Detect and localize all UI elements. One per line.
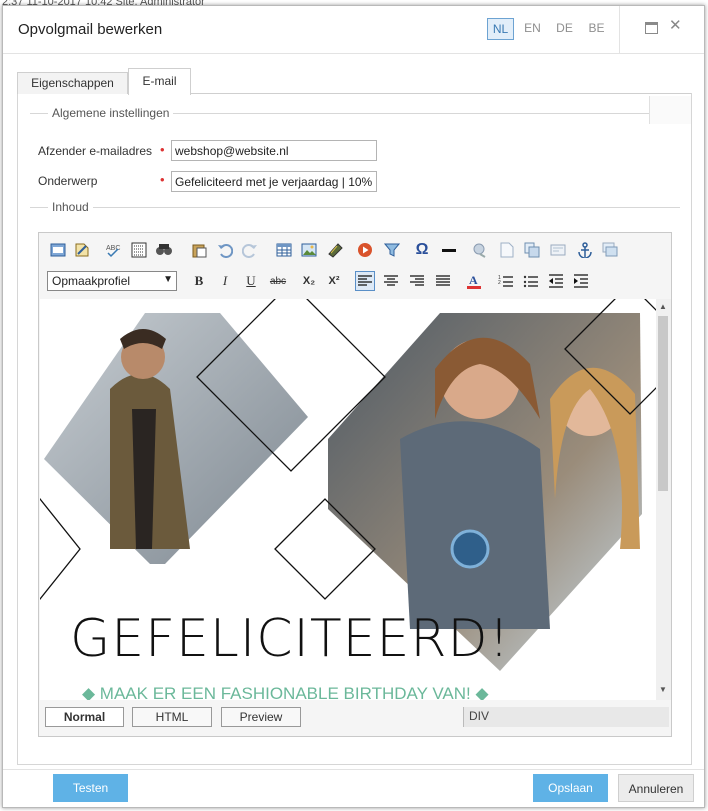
scroll-thumb[interactable] xyxy=(658,316,668,491)
element-path: DIV xyxy=(463,707,669,727)
scroll-down-icon[interactable]: ▼ xyxy=(659,685,667,694)
template-icon[interactable] xyxy=(72,240,92,260)
bullet-list-icon[interactable] xyxy=(521,271,541,291)
banner-subline: ◆ MAAK ER EEN FASHIONABLE BIRTHDAY VAN! … xyxy=(82,684,489,700)
man-photo-image xyxy=(44,313,308,564)
tab-properties[interactable]: Eigenschappen xyxy=(17,72,128,94)
diamond-bullet-icon: ◆ xyxy=(82,684,100,700)
undo-icon[interactable] xyxy=(215,240,235,260)
language-nl-button[interactable]: NL xyxy=(487,18,514,40)
align-center-button[interactable] xyxy=(381,271,401,291)
align-left-button[interactable] xyxy=(355,271,375,291)
strikethrough-button[interactable]: abc xyxy=(266,271,290,291)
tab-email[interactable]: E-mail xyxy=(128,68,191,95)
cancel-button[interactable]: Annuleren xyxy=(618,774,694,802)
svg-text:2: 2 xyxy=(498,280,501,286)
outdent-icon[interactable] xyxy=(547,271,567,291)
sender-email-field[interactable]: webshop@website.nl xyxy=(171,140,377,161)
copy-icon[interactable] xyxy=(522,240,542,260)
subject-field[interactable]: Gefeliciteerd met je verjaardag | 10% ko… xyxy=(171,171,377,192)
section-content-title: Inhoud xyxy=(48,200,93,214)
save-button[interactable]: Opslaan xyxy=(533,774,608,802)
banner-headline: GEFELICITEERD! xyxy=(70,609,511,669)
footer-divider xyxy=(3,769,704,770)
mode-html-button[interactable]: HTML xyxy=(132,707,212,727)
numbered-list-icon[interactable]: 12 xyxy=(496,271,516,291)
language-en-button[interactable]: EN xyxy=(519,18,546,40)
table-icon[interactable] xyxy=(274,240,294,260)
section-general-title: Algemene instellingen xyxy=(48,106,174,120)
find-icon[interactable] xyxy=(154,240,174,260)
style-profile-label: Opmaakprofiel xyxy=(52,274,131,288)
editor-mode-bar: Normal HTML Preview DIV xyxy=(40,704,670,730)
section-collapse-handle[interactable] xyxy=(649,96,691,124)
text-color-icon[interactable]: A xyxy=(464,271,484,291)
indent-icon[interactable] xyxy=(572,271,592,291)
diamond-bullet-icon: ◆ xyxy=(470,684,489,700)
form-icon[interactable] xyxy=(548,240,568,260)
spellcheck-icon[interactable]: ABC xyxy=(103,240,123,260)
subscript-button[interactable]: X₂ xyxy=(299,271,319,291)
source-icon[interactable] xyxy=(48,240,68,260)
scroll-up-icon[interactable]: ▲ xyxy=(659,302,667,311)
maximize-icon[interactable] xyxy=(645,22,658,34)
dialog-title: Opvolgmail bewerken xyxy=(18,21,163,38)
bold-button[interactable]: B xyxy=(189,271,209,291)
italic-button[interactable]: I xyxy=(215,271,235,291)
required-marker: • xyxy=(160,142,165,157)
section-divider xyxy=(30,207,680,208)
close-icon[interactable]: ✕ xyxy=(669,18,682,33)
window-icon[interactable] xyxy=(600,240,620,260)
svg-text:A: A xyxy=(469,273,478,287)
justify-button[interactable] xyxy=(433,271,453,291)
editor-content-area[interactable]: GEFELICITEERD! ◆ MAAK ER EEN FASHIONABLE… xyxy=(40,299,656,700)
rich-text-editor: ABC Ω Opmaakprofiel ▼ B I U abc X₂ X² A … xyxy=(38,232,672,737)
mode-preview-button[interactable]: Preview xyxy=(221,707,301,727)
horizontal-rule-icon[interactable] xyxy=(439,240,459,260)
dialog-titlebar: Opvolgmail bewerken NL EN DE BE ✕ xyxy=(3,6,704,54)
superscript-button[interactable]: X² xyxy=(324,271,344,291)
svg-text:ABC: ABC xyxy=(106,245,120,252)
language-de-button[interactable]: DE xyxy=(551,18,578,40)
sender-label: Afzender e-mailadres xyxy=(38,144,153,158)
required-marker: • xyxy=(160,172,165,187)
mode-normal-button[interactable]: Normal xyxy=(45,707,124,727)
page-icon[interactable] xyxy=(497,240,517,260)
chevron-down-icon: ▼ xyxy=(163,274,173,285)
style-profile-select[interactable]: Opmaakprofiel ▼ xyxy=(47,271,177,291)
select-all-icon[interactable] xyxy=(129,240,149,260)
image-icon[interactable] xyxy=(299,240,319,260)
filter-icon[interactable] xyxy=(382,240,402,260)
banner-subline-text: MAAK ER EEN FASHIONABLE BIRTHDAY VAN! xyxy=(99,684,471,700)
underline-button[interactable]: U xyxy=(241,271,261,291)
editor-scrollbar[interactable]: ▲ ▼ xyxy=(656,299,671,700)
titlebar-divider xyxy=(619,6,620,54)
link-icon[interactable] xyxy=(470,240,490,260)
align-right-button[interactable] xyxy=(407,271,427,291)
edit-followup-mail-dialog: Opvolgmail bewerken NL EN DE BE ✕ Eigens… xyxy=(2,5,705,808)
paste-icon[interactable] xyxy=(189,240,209,260)
media-icon[interactable] xyxy=(355,240,375,260)
subject-label: Onderwerp xyxy=(38,174,98,188)
special-char-icon[interactable]: Ω xyxy=(412,240,432,260)
flash-icon[interactable] xyxy=(325,240,345,260)
anchor-icon[interactable] xyxy=(575,240,595,260)
redo-icon[interactable] xyxy=(240,240,260,260)
test-button[interactable]: Testen xyxy=(53,774,128,802)
language-be-button[interactable]: BE xyxy=(583,18,610,40)
